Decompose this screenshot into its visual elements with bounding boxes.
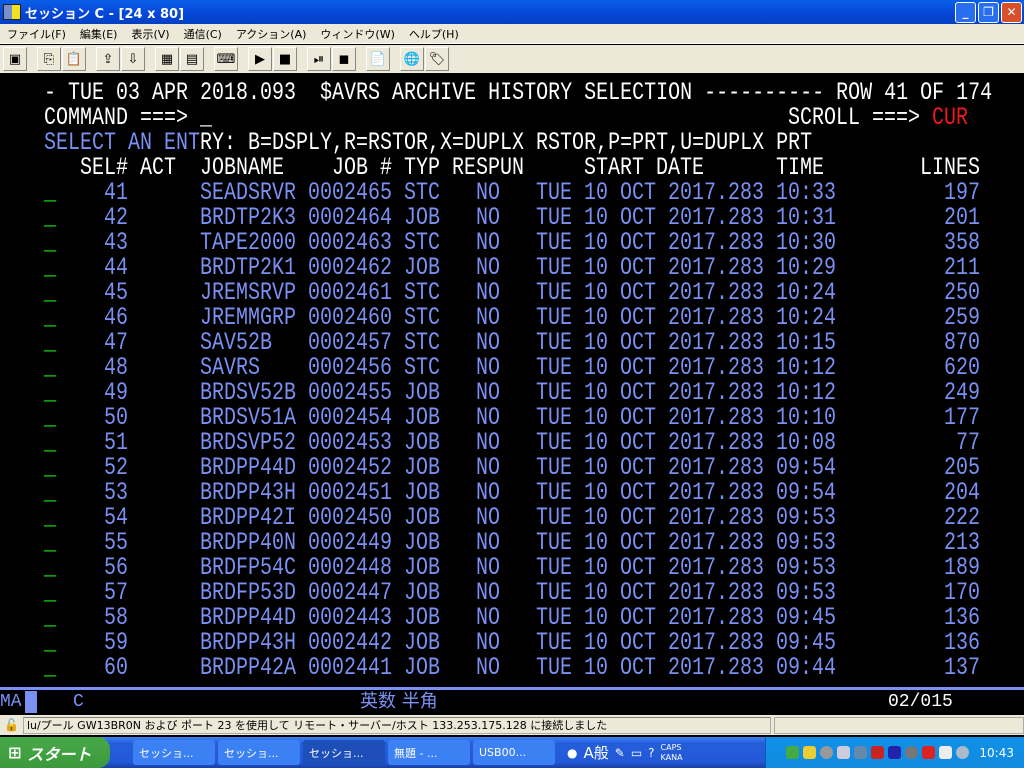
tag-icon[interactable]: 🏷	[425, 47, 449, 71]
ime-pad-icon[interactable]: ✎	[615, 746, 625, 760]
tray-icon[interactable]	[922, 746, 936, 759]
taskbar-button[interactable]: USB00...	[473, 740, 555, 765]
oia-cursor-position: 02/015	[888, 692, 953, 712]
system-tray: 10:43	[765, 737, 1024, 768]
taskbar-button[interactable]: セッショ...	[218, 740, 300, 765]
start-button[interactable]: ⊞ スタート	[0, 737, 110, 768]
macro-play-icon[interactable]: ▶	[248, 47, 272, 71]
menu-item[interactable]: 通信(C)	[177, 26, 229, 42]
status-message: lu/プール GW13BR0N および ポート 23 を使用して リモート・サー…	[22, 716, 772, 734]
row-start_date: TUE 10 OCT 2017.283	[536, 654, 765, 683]
app-icon[interactable]	[3, 4, 21, 20]
network-icon[interactable]	[854, 746, 868, 759]
row-typ: JOB	[404, 654, 441, 683]
menu-item[interactable]: ファイル(F)	[0, 26, 73, 42]
oia-cursor-block	[25, 691, 37, 713]
ime-dictionary-icon[interactable]: ▭	[631, 746, 642, 760]
row-respun: NO	[476, 654, 501, 683]
display-icon[interactable]: ▣	[3, 47, 27, 71]
task-list: セッショ... セッショ... セッショ... 無題 - ... USB00...	[130, 740, 555, 765]
menu-item[interactable]: ヘルプ(H)	[402, 26, 466, 42]
web-help-icon[interactable]: 🌐	[400, 47, 424, 71]
minimize-button[interactable]: _	[955, 1, 976, 23]
ime-help-icon[interactable]: ?	[648, 746, 654, 760]
toolbar: ▣ ⎘ 📋 ⇪ ⇩ ▦ ▤ ⌨ ▶ ■ ⏯ ◼ 📄 🌐 🏷	[0, 45, 1024, 75]
oia-session: C	[73, 692, 84, 712]
operator-info-area: MA C 英数 半角 02/015	[0, 687, 1024, 715]
ime-mode[interactable]: A般	[583, 742, 608, 763]
header-act: ACT	[140, 154, 177, 183]
menu-item[interactable]: 表示(V)	[124, 26, 176, 42]
row-jobname: BRDPP42A	[200, 654, 297, 683]
terminal-screen[interactable]: - TUE 03 APR 2018.093 $AVRS ARCHIVE HIST…	[0, 77, 1024, 687]
row-time: 09:44	[776, 654, 837, 683]
taskbar-button[interactable]: セッショ...	[303, 740, 385, 765]
menu-item[interactable]: アクション(A)	[229, 26, 314, 42]
clipboard-icon[interactable]: 📄	[366, 47, 390, 71]
color-icon[interactable]: ▦	[155, 47, 179, 71]
security-shield-icon[interactable]	[871, 746, 885, 759]
receive-file-icon[interactable]: ⇩	[121, 47, 145, 71]
window-title: セッション C - [24 x 80]	[25, 6, 185, 22]
tray-icon[interactable]	[905, 746, 919, 759]
tray-icon[interactable]	[786, 746, 800, 759]
tray-icon[interactable]	[888, 746, 902, 759]
row-jobnum: 0002441	[308, 654, 393, 683]
row-sel: 60	[104, 654, 129, 683]
taskbar-button[interactable]: 無題 - ...	[388, 740, 470, 765]
menu-item[interactable]: 編集(E)	[73, 26, 125, 42]
language-bar: ● A般 ✎ ▭ ? CAPS KANA	[567, 742, 683, 763]
paste-icon[interactable]: 📋	[62, 47, 86, 71]
windows-logo-icon: ⊞	[8, 743, 22, 762]
keyboard-icon[interactable]: ⌨	[214, 47, 238, 71]
tray-icon[interactable]	[837, 746, 851, 759]
ime-icon[interactable]: ●	[567, 746, 577, 760]
maximize-button[interactable]: ❐	[978, 1, 999, 23]
row-lines: 137	[943, 654, 980, 683]
status-pane	[774, 716, 1024, 734]
menu-bar: ファイル(F) 編集(E) 表示(V) 通信(C) アクション(A) ウィンドウ(W) ヘル…	[0, 24, 1024, 44]
macro-stop-icon[interactable]: ■	[273, 47, 297, 71]
scroll-input[interactable]: CUR	[932, 103, 968, 134]
tray-icon[interactable]	[803, 746, 817, 759]
taskbar: ⊞ スタート セッショ... セッショ... セッショ... 無題 - ... USB00…	[0, 737, 1024, 768]
wireless-disconnected-icon[interactable]	[956, 746, 970, 759]
title-bar: セッション C - [24 x 80] _ ❐ ✕	[0, 0, 1024, 24]
tray-icon[interactable]	[820, 746, 834, 759]
selection-input[interactable]: _	[44, 653, 56, 684]
clock: 10:43	[979, 745, 1014, 760]
usb-icon[interactable]	[939, 746, 953, 759]
oia-mode: MA	[0, 692, 22, 712]
copy-icon[interactable]: ⎘	[37, 47, 61, 71]
start-label: スタート	[27, 744, 92, 764]
caps-indicator: CAPS	[660, 742, 682, 752]
display-setup-icon[interactable]: ▤	[180, 47, 204, 71]
kana-indicator: KANA	[660, 752, 683, 762]
macro-pause-icon[interactable]: ◼	[332, 47, 356, 71]
status-bar: 🔓 lu/プール GW13BR0N および ポート 23 を使用して リモート・…	[0, 715, 1024, 735]
macro-record-icon[interactable]: ⏯	[307, 47, 331, 71]
send-file-icon[interactable]: ⇪	[96, 47, 120, 71]
taskbar-button[interactable]: セッショ...	[133, 740, 215, 765]
lock-icon: 🔓	[4, 718, 19, 732]
close-button[interactable]: ✕	[1001, 1, 1022, 23]
menu-item[interactable]: ウィンドウ(W)	[313, 26, 401, 42]
oia-ime: 英数 半角	[360, 691, 438, 712]
